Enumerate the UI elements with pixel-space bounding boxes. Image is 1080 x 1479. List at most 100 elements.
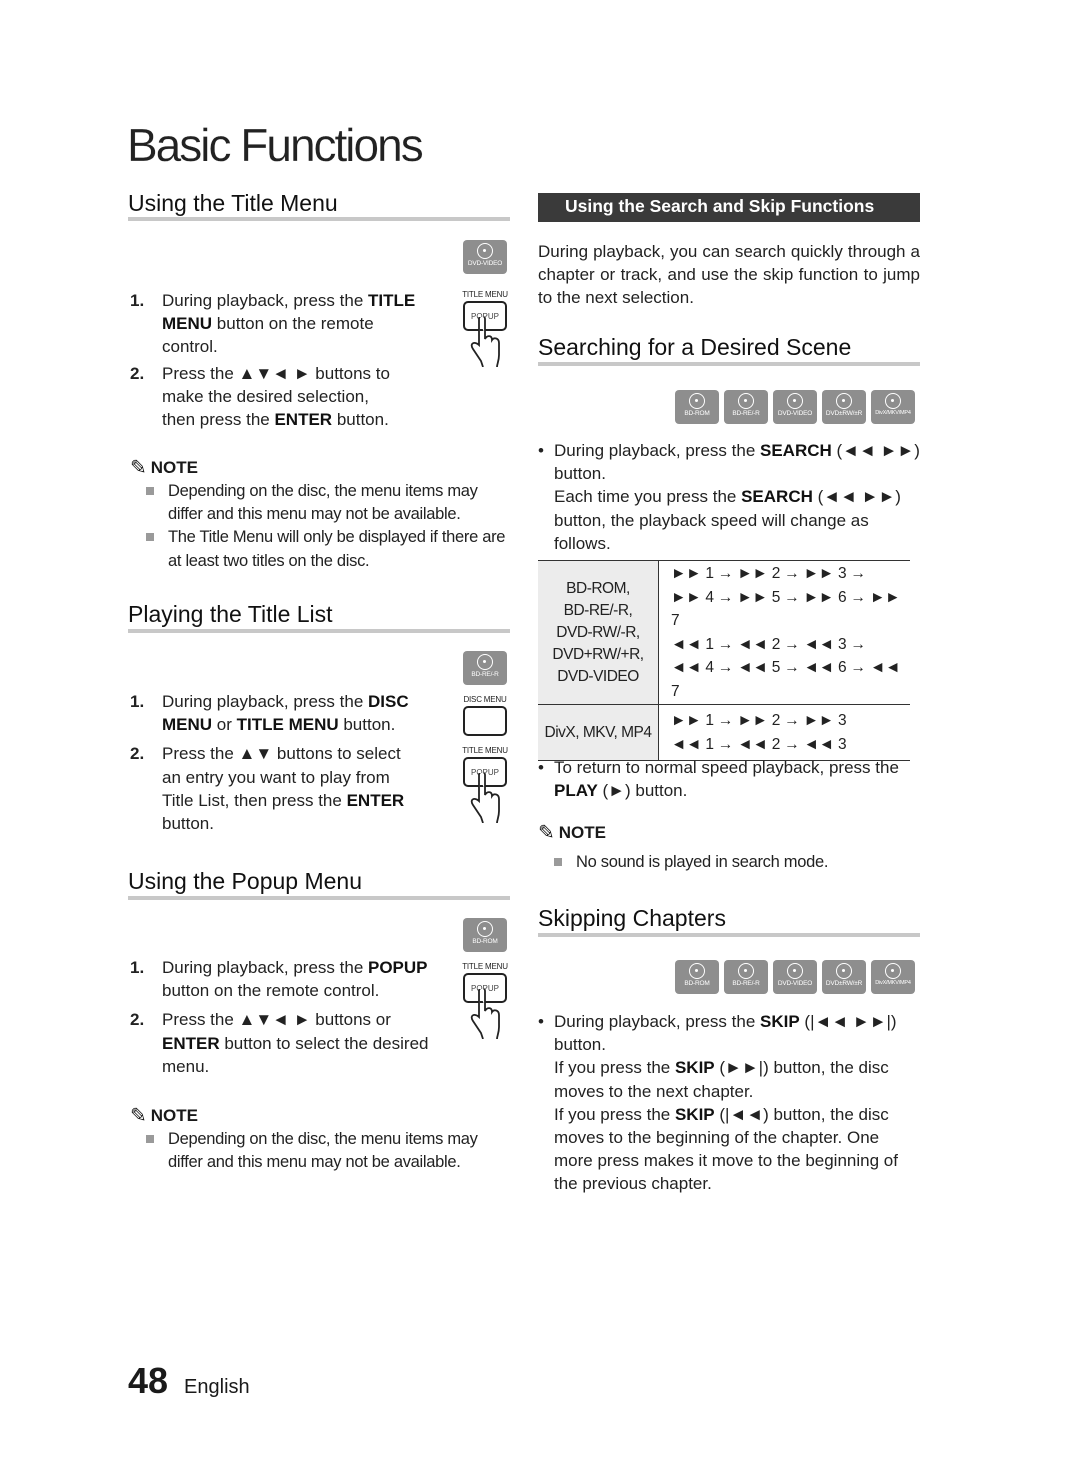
page-language: English	[184, 1376, 250, 1398]
bullet-dot-icon: •	[538, 758, 544, 777]
disc-badge: DivX/MKV/MP4	[871, 960, 915, 994]
disc-badges-search: BD-ROM BD-RE/-R DVD-VIDEO DVD±RW/±R DivX/MKV…	[675, 390, 915, 424]
table-row: DivX, MKV, MP4 ►► 1 → ►► 2 → ►► 3 ◄◄ 1 → …	[538, 704, 911, 761]
disc-menu-button-icon	[463, 706, 507, 736]
badge-label: DVD-VIDEO	[467, 260, 503, 267]
speed-sequence: ◄◄ 1 → ◄◄ 2 → ◄◄ 3 →	[671, 635, 866, 653]
speed-sequence: ►► 1 → ►► 2 → ►► 3 →	[671, 565, 866, 582]
remote-label: TITLE MENU	[462, 746, 508, 755]
speed-sequence: ◄◄ 4 → ◄◄ 5 → ◄◄ 6 → ◄◄ 7	[671, 659, 901, 700]
badge-label: DVD-VIDEO	[777, 980, 813, 987]
disc-icon	[787, 963, 803, 979]
table-row: BD-ROM, BD-RE/-R, DVD-RW/-R, DVD+RW/+R, DVD-…	[538, 560, 911, 705]
intro-paragraph: During playback, you can search quickly …	[538, 242, 920, 308]
speed-sequence: ►► 4 → ►► 5 → ►► 6 → ►► 7	[671, 588, 901, 630]
step-2: 2. Press the ▲▼ buttons to select an ent…	[130, 742, 440, 835]
search-speed-table: BD-ROM, BD-RE/-R, DVD-RW/-R, DVD+RW/+R, DVD-…	[538, 560, 910, 761]
disc-badge: DVD±RW/±R	[822, 390, 866, 424]
step-text: Press the ▲▼◄ ► buttons to make the desi…	[162, 363, 390, 430]
disc-icon	[738, 393, 754, 409]
step-text: Press the ▲▼ buttons to select an entry …	[162, 744, 405, 834]
speed-sequence: ◄◄ 1 → ◄◄ 2 → ◄◄ 3	[671, 735, 847, 753]
step-number: 2.	[130, 1010, 145, 1030]
media-label: DVD+RW/+R,	[552, 645, 644, 663]
step-number: 2.	[130, 744, 145, 764]
disc-badge: BD-RE/-R	[724, 390, 768, 424]
bullet-square-icon	[146, 487, 154, 495]
heading-rule	[128, 629, 510, 633]
heading-skipping-chapters: Skipping Chapters	[538, 905, 726, 931]
note-item: Depending on the disc, the menu items ma…	[130, 480, 515, 526]
disc-icon	[477, 921, 493, 937]
step-2: 2. Press the ▲▼◄ ► buttons to make the d…	[130, 362, 430, 432]
page-number: 48	[128, 1360, 169, 1401]
badge-label: BD-RE/-R	[732, 410, 760, 417]
heading-search-scene: Searching for a Desired Scene	[538, 334, 852, 360]
sequence-cell: ►► 1 → ►► 2 → ►► 3 → ►► 4 → ►► 5 → ►► 6 →…	[659, 561, 911, 705]
media-label: BD-RE/-R,	[563, 601, 633, 619]
heading-title-list: Playing the Title List	[128, 601, 333, 627]
badge-label: BD-ROM	[684, 410, 710, 417]
media-label: BD-ROM,	[566, 579, 630, 597]
step-number: 2.	[130, 363, 145, 383]
step-1: 1. During playback, press the TITLE MENU…	[130, 289, 430, 359]
badge-label: DivX/MKV/MP4	[875, 980, 911, 986]
note-item: The Title Menu will only be displayed if…	[130, 526, 515, 572]
section-bar-search-skip: Using the Search and Skip Functions	[538, 193, 920, 222]
badge-label: DVD-VIDEO	[777, 410, 813, 417]
bullet-item: • To return to normal speed playback, pr…	[538, 756, 920, 802]
hand-pointer-icon	[470, 773, 500, 823]
badge-label: BD-RE/-R	[471, 671, 499, 678]
note-item: No sound is played in search mode.	[538, 851, 923, 874]
page-title: Basic Functions	[127, 119, 424, 171]
hand-pointer-icon	[470, 989, 500, 1039]
disc-badges-skip: BD-ROM BD-RE/-R DVD-VIDEO DVD±RW/±R DivX/MKV…	[675, 960, 915, 994]
note-label: NOTE	[150, 457, 198, 477]
disc-icon	[836, 963, 852, 979]
disc-badge-dvd-video: DVD-VIDEO	[463, 240, 507, 274]
disc-icon	[477, 654, 493, 670]
bullet-square-icon	[554, 858, 562, 866]
note-list: Depending on the disc, the menu items ma…	[130, 1128, 515, 1174]
disc-badge: BD-RE/-R	[724, 960, 768, 994]
disc-badge: DVD-VIDEO	[773, 390, 817, 424]
remote-label: DISC MENU	[463, 695, 507, 704]
note-label: NOTE	[558, 822, 606, 842]
pencil-icon: ✎	[130, 457, 147, 479]
note-label: NOTE	[150, 1105, 198, 1125]
heading-rule	[538, 933, 920, 937]
disc-icon	[689, 393, 705, 409]
disc-icon	[477, 243, 493, 259]
badge-label: DVD±RW/±R	[825, 410, 863, 417]
skip-instructions: • During playback, press the SKIP (|◄◄ ►…	[538, 1010, 920, 1196]
remote-label: TITLE MENU	[462, 962, 508, 971]
film-reel-icon	[885, 963, 901, 979]
disc-icon	[787, 393, 803, 409]
remote-label: TITLE MENU	[462, 290, 508, 299]
badge-label: DivX/MKV/MP4	[875, 410, 911, 416]
badge-label: DVD±RW/±R	[825, 980, 863, 987]
step-number: 1.	[130, 291, 145, 310]
step-text: During playback, press the DISC MENU or …	[162, 692, 409, 735]
remote-illustration-title-menu: TITLE MENU POPUP	[455, 290, 515, 367]
disc-icon	[689, 963, 705, 979]
heading-rule	[538, 362, 920, 366]
bullet-dot-icon: •	[538, 1012, 544, 1031]
step-text: During playback, press the POPUP button …	[162, 958, 428, 1001]
bullet-dot-icon: •	[538, 441, 544, 460]
step-2: 2. Press the ▲▼◄ ► buttons or ENTER butt…	[130, 1008, 450, 1078]
step-text: During playback, press the TITLE MENU bu…	[162, 291, 416, 357]
media-label: DivX, MKV, MP4	[544, 723, 653, 741]
sequence-cell: ►► 1 → ►► 2 → ►► 3 ◄◄ 1 → ◄◄ 2 → ◄◄ 3	[659, 705, 911, 761]
media-cell: DivX, MKV, MP4	[538, 704, 659, 761]
disc-badge-bd-re: BD-RE/-R	[463, 651, 507, 685]
popup-menu-steps: 1. During playback, press the POPUP butt…	[130, 956, 450, 1078]
disc-badge: BD-ROM	[675, 390, 719, 424]
note-heading: ✎ NOTE	[130, 455, 198, 480]
badge-label: BD-ROM	[472, 938, 498, 945]
note-item: Depending on the disc, the menu items ma…	[130, 1128, 515, 1174]
step-number: 1.	[130, 692, 145, 711]
pencil-icon: ✎	[538, 822, 555, 844]
title-menu-steps: 1. During playback, press the TITLE MENU…	[130, 289, 430, 431]
disc-badge: DivX/MKV/MP4	[871, 390, 915, 424]
